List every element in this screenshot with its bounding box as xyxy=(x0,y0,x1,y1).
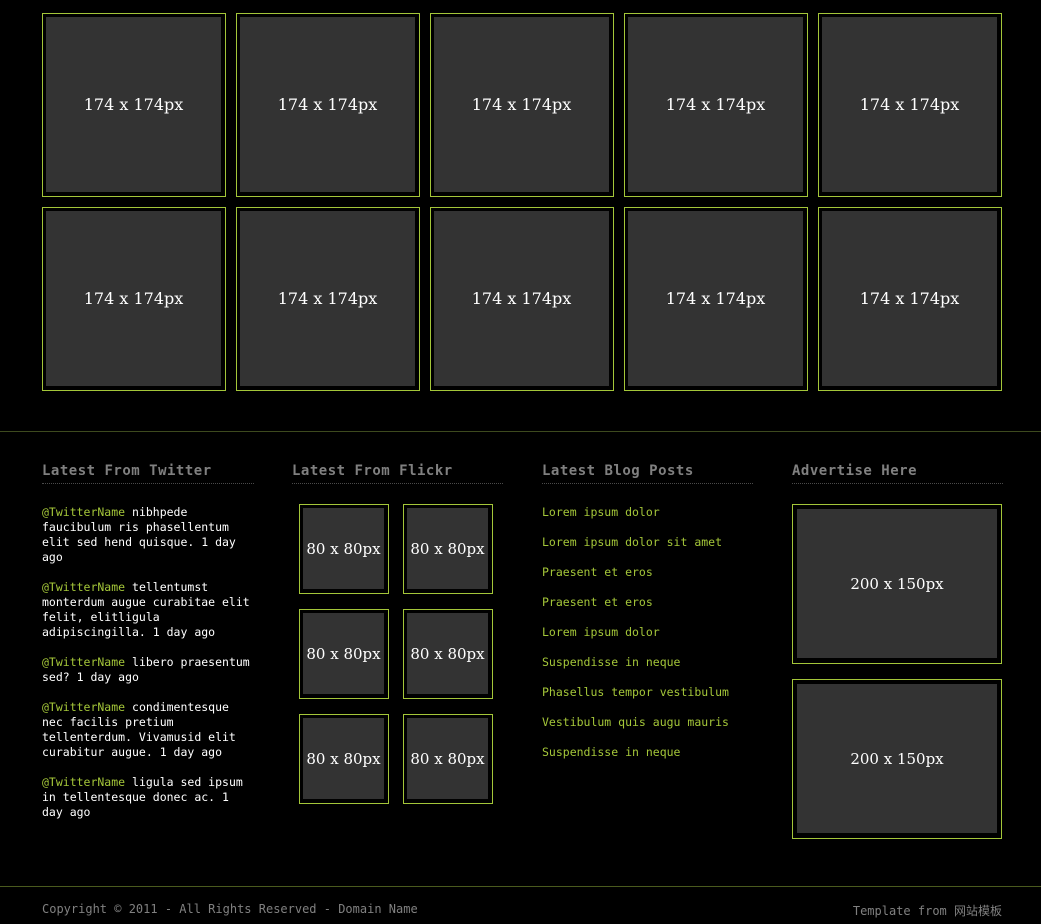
list-item: Lorem ipsum dolor xyxy=(542,505,753,535)
tweet-handle-link[interactable]: @TwitterName xyxy=(42,505,125,519)
list-item: Phasellus tempor vestibulum xyxy=(542,685,753,715)
flickr-thumbnail-label: 80 x 80px xyxy=(303,613,384,694)
list-item: Praesent et eros xyxy=(542,595,753,625)
gallery-thumbnail-label: 174 x 174px xyxy=(822,17,997,192)
flickr-thumbnail-label: 80 x 80px xyxy=(303,718,384,799)
gallery-thumbnail[interactable]: 174 x 174px xyxy=(818,13,1002,197)
ad-banner[interactable]: 200 x 150px xyxy=(792,679,1002,839)
gallery-thumbnail-label: 174 x 174px xyxy=(46,211,221,386)
blog-post-link[interactable]: Suspendisse in neque xyxy=(542,655,680,669)
flickr-thumbnail[interactable]: 80 x 80px xyxy=(299,609,389,699)
flickr-thumbnail-label: 80 x 80px xyxy=(407,718,488,799)
list-item: Vestibulum quis augu mauris xyxy=(542,715,753,745)
tweet-list: @TwitterName nibhpede faucibulum ris pha… xyxy=(42,505,254,820)
list-item: Lorem ipsum dolor sit amet xyxy=(542,535,753,565)
template-credit-link[interactable]: Template from 网站模板 xyxy=(853,902,1002,919)
flickr-thumbnail[interactable]: 80 x 80px xyxy=(299,504,389,594)
gallery-thumbnail-label: 174 x 174px xyxy=(434,211,609,386)
blog-widget-title: Latest Blog Posts xyxy=(542,463,753,484)
flickr-thumbnail-label: 80 x 80px xyxy=(407,508,488,589)
list-item: Suspendisse in neque xyxy=(542,745,753,775)
blog-post-link[interactable]: Suspendisse in neque xyxy=(542,745,680,759)
gallery-thumbnail-label: 174 x 174px xyxy=(46,17,221,192)
flickr-thumbnail[interactable]: 80 x 80px xyxy=(403,504,493,594)
footer-divider xyxy=(0,886,1041,887)
flickr-thumbnail-label: 80 x 80px xyxy=(407,613,488,694)
advertise-widget-title: Advertise Here xyxy=(792,463,1003,484)
blog-post-link[interactable]: Praesent et eros xyxy=(542,595,653,609)
blog-post-link[interactable]: Lorem ipsum dolor sit amet xyxy=(542,535,722,549)
gallery-thumbnail[interactable]: 174 x 174px xyxy=(624,13,808,197)
tweet: @TwitterName condimentesque nec facilis … xyxy=(42,700,254,760)
tweet: @TwitterName tellentumst monterdum augue… xyxy=(42,580,254,640)
tweet-handle-link[interactable]: @TwitterName xyxy=(42,700,125,714)
gallery-thumbnail-label: 174 x 174px xyxy=(240,211,415,386)
ad-banner[interactable]: 200 x 150px xyxy=(792,504,1002,664)
flickr-thumbnail[interactable]: 80 x 80px xyxy=(299,714,389,804)
gallery-thumbnail-label: 174 x 174px xyxy=(628,17,803,192)
gallery-thumbnail[interactable]: 174 x 174px xyxy=(624,207,808,391)
flickr-widget: Latest From Flickr 80 x 80px 80 x 80px 8… xyxy=(292,463,503,804)
gallery-thumbnail[interactable]: 174 x 174px xyxy=(236,13,420,197)
tweet-handle-link[interactable]: @TwitterName xyxy=(42,655,125,669)
blog-post-link[interactable]: Lorem ipsum dolor xyxy=(542,505,660,519)
flickr-thumbnail-label: 80 x 80px xyxy=(303,508,384,589)
ad-banner-label: 200 x 150px xyxy=(797,684,997,833)
flickr-widget-title: Latest From Flickr xyxy=(292,463,503,484)
blog-post-list: Lorem ipsum dolor Lorem ipsum dolor sit … xyxy=(542,505,753,775)
flickr-thumbnail[interactable]: 80 x 80px xyxy=(403,714,493,804)
blog-post-link[interactable]: Phasellus tempor vestibulum xyxy=(542,685,729,699)
gallery-thumbnail[interactable]: 174 x 174px xyxy=(818,207,1002,391)
flickr-photo-grid: 80 x 80px 80 x 80px 80 x 80px 80 x 80px … xyxy=(299,504,503,804)
gallery-thumbnail-label: 174 x 174px xyxy=(822,211,997,386)
image-gallery: 174 x 174px 174 x 174px 174 x 174px 174 … xyxy=(42,13,1002,391)
gallery-thumbnail[interactable]: 174 x 174px xyxy=(430,207,614,391)
blog-widget: Latest Blog Posts Lorem ipsum dolor Lore… xyxy=(542,463,753,775)
tweet-handle-link[interactable]: @TwitterName xyxy=(42,580,125,594)
flickr-thumbnail[interactable]: 80 x 80px xyxy=(403,609,493,699)
list-item: Lorem ipsum dolor xyxy=(542,625,753,655)
tweet: @TwitterName ligula sed ipsum in tellent… xyxy=(42,775,254,820)
blog-post-link[interactable]: Vestibulum quis augu mauris xyxy=(542,715,729,729)
section-divider xyxy=(0,431,1041,432)
blog-post-link[interactable]: Lorem ipsum dolor xyxy=(542,625,660,639)
tweet: @TwitterName nibhpede faucibulum ris pha… xyxy=(42,505,254,565)
tweet: @TwitterName libero praesentum sed? 1 da… xyxy=(42,655,254,685)
ad-banner-label: 200 x 150px xyxy=(797,509,997,658)
gallery-thumbnail-label: 174 x 174px xyxy=(628,211,803,386)
ad-list: 200 x 150px 200 x 150px xyxy=(792,504,1003,839)
gallery-thumbnail[interactable]: 174 x 174px xyxy=(430,13,614,197)
advertise-widget: Advertise Here 200 x 150px 200 x 150px xyxy=(792,463,1003,854)
gallery-thumbnail[interactable]: 174 x 174px xyxy=(42,13,226,197)
list-item: Suspendisse in neque xyxy=(542,655,753,685)
list-item: Praesent et eros xyxy=(542,565,753,595)
tweet-handle-link[interactable]: @TwitterName xyxy=(42,775,125,789)
copyright-text: Copyright © 2011 - All Rights Reserved -… xyxy=(42,902,418,916)
twitter-widget-title: Latest From Twitter xyxy=(42,463,254,484)
twitter-widget: Latest From Twitter @TwitterName nibhped… xyxy=(42,463,254,835)
gallery-thumbnail-label: 174 x 174px xyxy=(240,17,415,192)
gallery-thumbnail[interactable]: 174 x 174px xyxy=(42,207,226,391)
blog-post-link[interactable]: Praesent et eros xyxy=(542,565,653,579)
gallery-thumbnail-label: 174 x 174px xyxy=(434,17,609,192)
gallery-thumbnail[interactable]: 174 x 174px xyxy=(236,207,420,391)
